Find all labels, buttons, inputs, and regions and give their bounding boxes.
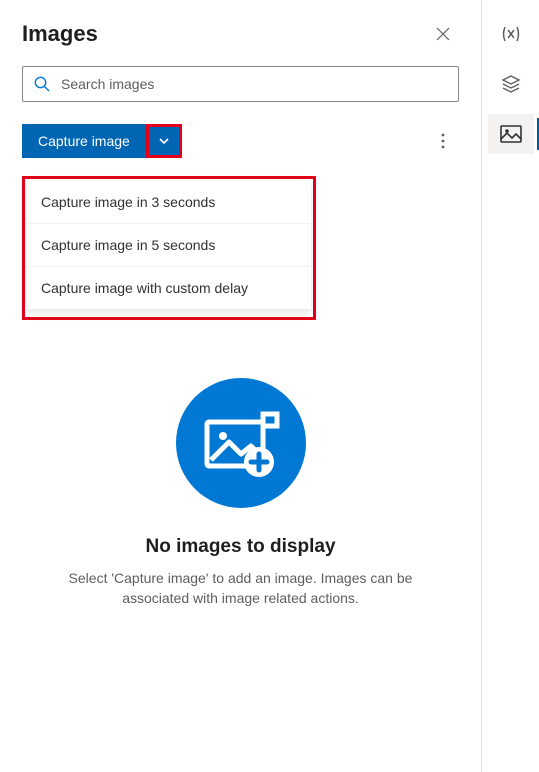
- rail-item-images[interactable]: [488, 114, 534, 154]
- capture-image-button[interactable]: Capture image: [22, 124, 146, 158]
- right-rail: [481, 0, 539, 772]
- dropdown-item-capture-5s[interactable]: Capture image in 5 seconds: [27, 224, 311, 267]
- dropdown-item-capture-custom[interactable]: Capture image with custom delay: [27, 267, 311, 309]
- empty-state: No images to display Select 'Capture ima…: [22, 378, 459, 609]
- capture-dropdown-button[interactable]: [149, 127, 179, 155]
- capture-split-button: Capture image: [22, 124, 182, 158]
- empty-state-icon: [176, 378, 306, 508]
- images-panel: Images Capture image Capture image in 3 …: [0, 0, 481, 772]
- image-icon: [500, 125, 522, 143]
- rail-item-layers[interactable]: [488, 64, 534, 104]
- empty-state-title: No images to display: [145, 536, 335, 558]
- dropdown-item-capture-3s[interactable]: Capture image in 3 seconds: [27, 181, 311, 224]
- capture-dropdown-highlight: [146, 124, 182, 158]
- panel-header: Images: [22, 18, 459, 50]
- search-input-wrapper[interactable]: [22, 66, 459, 102]
- search-icon: [33, 75, 51, 93]
- layers-icon: [501, 74, 521, 94]
- chevron-down-icon: [158, 135, 170, 147]
- image-add-icon: [201, 408, 281, 478]
- empty-state-description: Select 'Capture image' to add an image. …: [62, 568, 419, 609]
- close-button[interactable]: [427, 18, 459, 50]
- more-options-button[interactable]: [427, 125, 459, 157]
- search-input[interactable]: [61, 76, 448, 92]
- capture-dropdown-menu: Capture image in 3 seconds Capture image…: [27, 181, 311, 309]
- more-vertical-icon: [441, 133, 445, 149]
- panel-title: Images: [22, 21, 98, 47]
- rail-item-variables[interactable]: [488, 14, 534, 54]
- toolbar: Capture image: [22, 124, 459, 158]
- close-icon: [436, 27, 450, 41]
- variables-icon: [500, 25, 522, 43]
